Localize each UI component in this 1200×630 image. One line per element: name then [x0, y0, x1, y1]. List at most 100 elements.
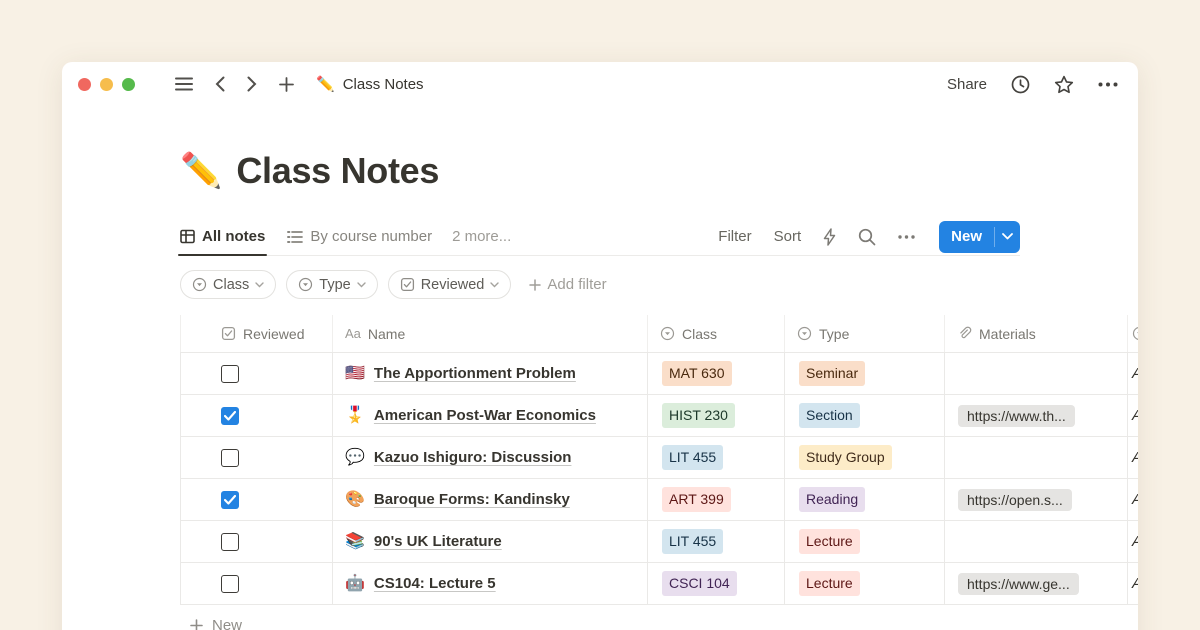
cell-class[interactable]: ART 399: [648, 479, 785, 520]
note-title-link[interactable]: 90's UK Literature: [374, 533, 502, 550]
materials-link[interactable]: https://open.s...: [958, 489, 1072, 511]
breadcrumb-title: Class Notes: [343, 76, 424, 93]
column-header-partial[interactable]: [1128, 315, 1138, 352]
forward-icon[interactable]: [247, 76, 257, 92]
cell-materials[interactable]: https://www.th...: [945, 395, 1128, 436]
search-icon[interactable]: [858, 228, 876, 246]
chevron-down-icon: [490, 282, 499, 288]
checkbox-checked[interactable]: [221, 491, 239, 509]
filter-chip-reviewed[interactable]: Reviewed: [388, 270, 512, 299]
automation-bolt-icon[interactable]: [823, 228, 836, 246]
breadcrumb[interactable]: ✏️ Class Notes: [316, 75, 424, 93]
history-clock-icon[interactable]: [1011, 75, 1030, 94]
page-emoji[interactable]: ✏️: [180, 154, 222, 188]
page-emoji-small: ✏️: [316, 75, 335, 93]
view-options-icon[interactable]: [898, 235, 915, 239]
close-window-button[interactable]: [78, 78, 91, 91]
select-icon: [298, 277, 313, 292]
note-title-link[interactable]: CS104: Lecture 5: [374, 575, 496, 592]
select-icon: [192, 277, 207, 292]
column-header-reviewed[interactable]: Reviewed: [180, 315, 333, 352]
cell-class[interactable]: CSCI 104: [648, 563, 785, 604]
cell-materials[interactable]: https://open.s...: [945, 479, 1128, 520]
filter-chip-label: Class: [213, 277, 249, 293]
cell-type[interactable]: Reading: [785, 479, 945, 520]
page-title[interactable]: Class Notes: [236, 150, 439, 192]
tab-by-course-number[interactable]: By course number: [287, 218, 432, 255]
new-row-button[interactable]: New: [180, 605, 1138, 630]
aa-icon: Aa: [345, 326, 361, 341]
table-view-icon: [180, 229, 195, 244]
new-page-icon[interactable]: [279, 77, 294, 92]
row-emoji-icon: 💬: [345, 450, 365, 466]
checkbox-unchecked[interactable]: [221, 533, 239, 551]
cell-type[interactable]: Seminar: [785, 353, 945, 394]
column-header-name[interactable]: AaName: [333, 315, 648, 352]
tag-green: HIST 230: [662, 403, 735, 427]
filter-chip-label: Reviewed: [421, 277, 485, 293]
new-button-label[interactable]: New: [939, 221, 994, 253]
note-title-link[interactable]: Kazuo Ishiguro: Discussion: [374, 449, 572, 466]
cell-materials[interactable]: [945, 521, 1128, 562]
active-tab-underline: [178, 254, 267, 257]
filter-chip-type[interactable]: Type: [286, 270, 377, 299]
more-options-icon[interactable]: [1098, 82, 1118, 87]
checkbox-checked[interactable]: [221, 407, 239, 425]
cell-reviewed: [180, 353, 333, 394]
new-button[interactable]: New: [939, 221, 1020, 253]
cell-materials[interactable]: [945, 437, 1128, 478]
cell-class[interactable]: LIT 455: [648, 437, 785, 478]
table-row: 🎖️American Post-War EconomicsHIST 230Sec…: [180, 395, 1138, 437]
checkbox-unchecked[interactable]: [221, 449, 239, 467]
partial-cell-text: A: [1132, 491, 1138, 508]
note-title-link[interactable]: Baroque Forms: Kandinsky: [374, 491, 570, 508]
select-icon: [660, 326, 675, 341]
filter-button[interactable]: Filter: [718, 228, 751, 245]
column-header-label: Type: [819, 326, 849, 342]
add-filter-label: Add filter: [547, 276, 606, 293]
column-header-materials[interactable]: Materials: [945, 315, 1128, 352]
tag-red: Lecture: [799, 571, 860, 595]
cell-class[interactable]: MAT 630: [648, 353, 785, 394]
partial-cell-text: A: [1132, 407, 1138, 424]
materials-link[interactable]: https://www.ge...: [958, 573, 1079, 595]
partial-cell-text: A: [1132, 533, 1138, 550]
cell-type[interactable]: Lecture: [785, 521, 945, 562]
materials-link[interactable]: https://www.th...: [958, 405, 1075, 427]
note-title-link[interactable]: American Post-War Economics: [374, 407, 596, 424]
more-tabs-button[interactable]: 2 more...: [452, 228, 511, 245]
zoom-window-button[interactable]: [122, 78, 135, 91]
table-header-row: ReviewedAaName Class Type Materials: [180, 315, 1138, 353]
checkbox-unchecked[interactable]: [221, 575, 239, 593]
checkbox-unchecked[interactable]: [221, 365, 239, 383]
table-body: 🇺🇸The Apportionment ProblemMAT 630Semina…: [180, 353, 1138, 605]
minimize-window-button[interactable]: [100, 78, 113, 91]
filter-chip-class[interactable]: Class: [180, 270, 276, 299]
cell-class[interactable]: LIT 455: [648, 521, 785, 562]
view-tabbar: All notes By course number 2 more... Fil…: [180, 218, 1020, 256]
new-button-chevron-down-icon[interactable]: [995, 221, 1020, 253]
cell-class[interactable]: HIST 230: [648, 395, 785, 436]
note-title-link[interactable]: The Apportionment Problem: [374, 365, 576, 382]
sidebar-menu-icon[interactable]: [175, 77, 193, 91]
column-header-type[interactable]: Type: [785, 315, 945, 352]
column-header-label: Class: [682, 326, 717, 342]
cell-type[interactable]: Lecture: [785, 563, 945, 604]
cell-type[interactable]: Section: [785, 395, 945, 436]
column-header-class[interactable]: Class: [648, 315, 785, 352]
sort-button[interactable]: Sort: [774, 228, 802, 245]
cell-reviewed: [180, 395, 333, 436]
checkbox-icon: [221, 326, 236, 341]
tab-all-notes[interactable]: All notes: [180, 218, 265, 255]
back-icon[interactable]: [215, 76, 225, 92]
desktop-background: { "colors": { "background": "#F8F1E5", "…: [0, 0, 1200, 630]
paperclip-icon: [957, 326, 972, 341]
cell-materials[interactable]: https://www.ge...: [945, 563, 1128, 604]
favorite-star-icon[interactable]: [1054, 75, 1074, 94]
add-filter-button[interactable]: Add filter: [529, 276, 606, 293]
cell-type[interactable]: Study Group: [785, 437, 945, 478]
chevron-down-icon: [255, 282, 264, 288]
share-button[interactable]: Share: [947, 76, 987, 93]
cell-materials[interactable]: [945, 353, 1128, 394]
cell-partial: A: [1128, 395, 1138, 436]
